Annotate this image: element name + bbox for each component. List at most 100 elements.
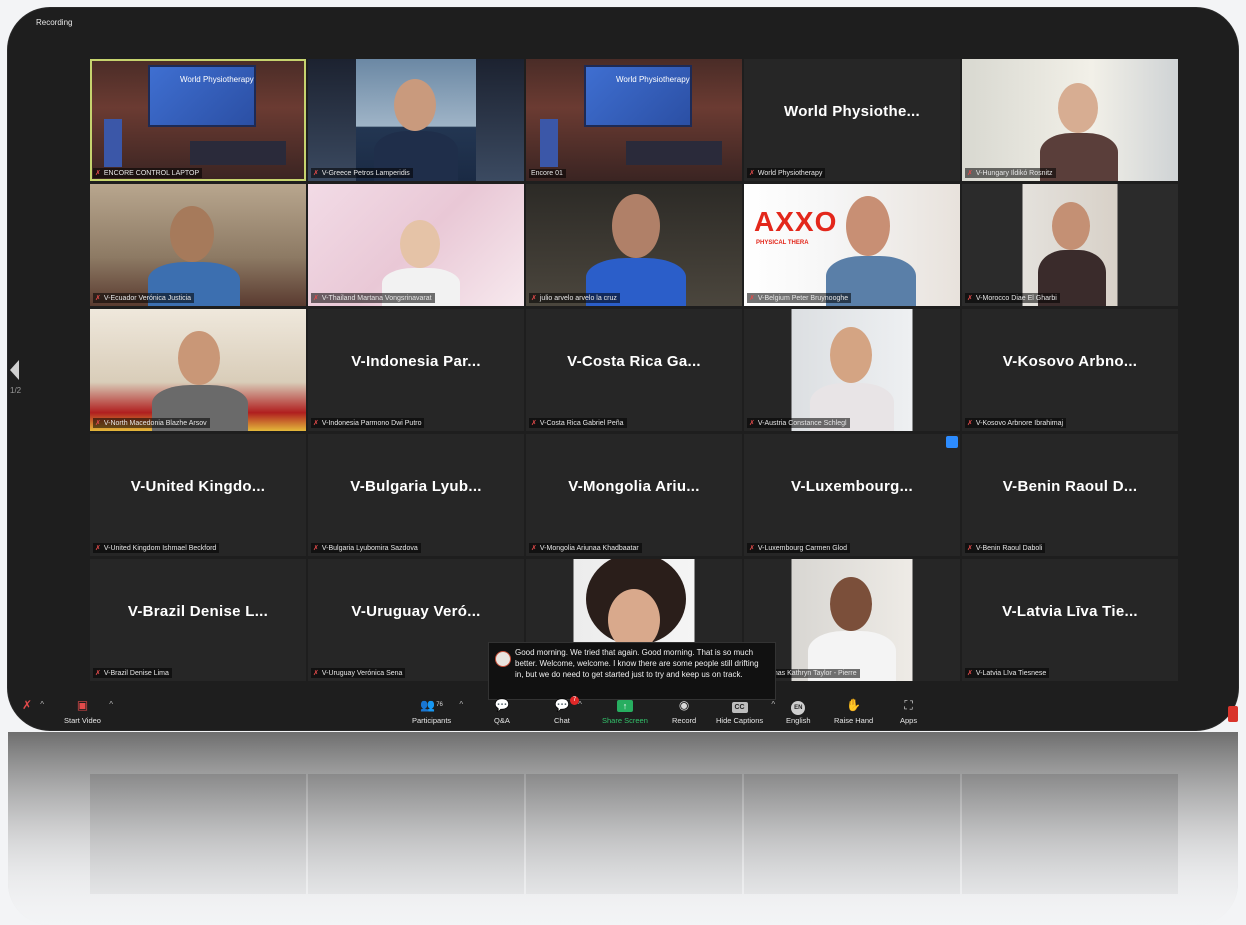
leave-button[interactable] bbox=[1228, 706, 1238, 722]
mic-muted-icon: ✗ bbox=[531, 295, 537, 302]
person-face bbox=[1058, 83, 1098, 133]
apps-icon: ⛶ bbox=[904, 698, 913, 712]
participant-name-label: ✗ V-Indonesia Parmono Dwi Putro bbox=[311, 418, 425, 428]
hide-captions-button[interactable]: CC Hide Captions ^ bbox=[716, 698, 775, 725]
video-tile-greece[interactable]: ✗ V-Greece Petros Lamperidis bbox=[308, 59, 524, 181]
mic-muted-icon: ✗ bbox=[95, 545, 101, 552]
projector-text: World Physiotherapy bbox=[180, 75, 254, 84]
mic-muted-icon: ✗ bbox=[967, 420, 973, 427]
record-label: Record bbox=[672, 716, 697, 725]
mic-muted-icon: ✗ bbox=[95, 420, 101, 427]
person-face bbox=[830, 327, 872, 383]
participant-display-name: V-Kosovo Arbno... bbox=[1002, 353, 1138, 370]
video-tile-morocco[interactable]: ✗ V-Morocco Diae El Gharbi bbox=[962, 184, 1178, 306]
mic-muted-icon: ✗ bbox=[313, 670, 319, 677]
share-screen-icon: ↑ bbox=[602, 698, 648, 712]
participant-display-name: V-Latvia Līva Tie... bbox=[1002, 603, 1138, 620]
participant-name-label: ✗ V-Greece Petros Lamperidis bbox=[311, 168, 413, 178]
participants-label: Participants bbox=[412, 716, 452, 725]
video-tile-indonesia[interactable]: V-Indonesia Par... ✗ V-Indonesia Parmono … bbox=[308, 309, 524, 431]
chevron-up-icon[interactable]: ^ bbox=[40, 700, 44, 709]
projector-screen: World Physiotherapy bbox=[584, 65, 692, 127]
start-video-button[interactable]: ▣ Start Video ^ bbox=[64, 698, 113, 725]
video-tile-luxembourg[interactable]: V-Luxembourg... ✗ V-Luxembourg Carmen Glo… bbox=[744, 434, 960, 556]
person-face bbox=[170, 206, 214, 262]
video-tile-julio[interactable]: ✗ julio arvelo arvelo la cruz bbox=[526, 184, 742, 306]
share-screen-button[interactable]: ↑ Share Screen bbox=[602, 698, 648, 725]
video-tile-hungary[interactable]: ✗ V-Hungary Ildikó Rosnitz bbox=[962, 59, 1178, 181]
video-tile-benin[interactable]: V-Benin Raoul D... ✗ V-Benin Raoul Daboli bbox=[962, 434, 1178, 556]
video-tile-encore-laptop[interactable]: World Physiotherapy ✗ ENCORE CONTROL LAPT… bbox=[90, 59, 306, 181]
participant-name-label: ✗ V-Mongolia Ariunaa Khadbaatar bbox=[529, 543, 642, 553]
axxo-logo: AXXO bbox=[754, 206, 838, 237]
person-face bbox=[612, 194, 660, 258]
participant-name-label: ✗ V-Latvia Līva Tiesnese bbox=[965, 668, 1050, 678]
chevron-up-icon[interactable]: ^ bbox=[578, 700, 582, 709]
mic-muted-icon: ✗ bbox=[749, 170, 755, 177]
video-tile-mongolia[interactable]: V-Mongolia Ariu... ✗ V-Mongolia Ariunaa K… bbox=[526, 434, 742, 556]
participants-button[interactable]: 👥76 Participants ^ bbox=[412, 698, 463, 725]
participant-name-label: ✗ V-Benin Raoul Daboli bbox=[965, 543, 1046, 553]
video-tile-encore-01[interactable]: World Physiotherapy Encore 01 bbox=[526, 59, 742, 181]
participant-name-label: ✗ V-Hungary Ildikó Rosnitz bbox=[965, 168, 1056, 178]
participant-name-label: ✗ V-United Kingdom Ishmael Beckford bbox=[93, 543, 220, 553]
video-tile-ecuador[interactable]: ✗ V-Ecuador Verónica Justicia bbox=[90, 184, 306, 306]
chevron-up-icon[interactable]: ^ bbox=[771, 700, 775, 709]
apps-button[interactable]: ⛶ Apps bbox=[900, 698, 917, 725]
reflection-fade bbox=[8, 732, 1238, 925]
video-tile-belgium[interactable]: AXXO PHYSICAL THERA ✗ V-Belgium Peter Bru… bbox=[744, 184, 960, 306]
video-tile-brazil[interactable]: V-Brazil Denise L... ✗ V-Brazil Denise Li… bbox=[90, 559, 306, 681]
participant-name-label: ✗ V-Luxembourg Carmen Glod bbox=[747, 543, 850, 553]
raise-hand-button[interactable]: ✋ Raise Hand bbox=[834, 698, 873, 725]
chat-label: Chat bbox=[554, 716, 570, 725]
mirror-reflection bbox=[8, 732, 1238, 925]
participant-name-label: ✗ V-Belgium Peter Bruynooghe bbox=[747, 293, 852, 303]
qa-button[interactable]: 💬 Q&A bbox=[494, 698, 510, 725]
hide-captions-label: Hide Captions bbox=[716, 716, 764, 725]
tile-options-icon[interactable] bbox=[946, 436, 958, 448]
chevron-up-icon[interactable]: ^ bbox=[109, 700, 113, 709]
participant-display-name: V-Costa Rica Ga... bbox=[567, 353, 701, 370]
participant-display-name: World Physiothe... bbox=[784, 103, 920, 120]
live-caption-box: Good morning. We tried that again. Good … bbox=[488, 642, 776, 700]
video-tile-costa-rica[interactable]: V-Costa Rica Ga... ✗ V-Costa Rica Gabriel… bbox=[526, 309, 742, 431]
participant-name-label: ✗ V-Thailand Martana Vongsrinavarat bbox=[311, 293, 435, 303]
mic-muted-icon: ✗ bbox=[967, 170, 973, 177]
chevron-up-icon[interactable]: ^ bbox=[459, 700, 463, 709]
person-face bbox=[846, 196, 890, 256]
axxo-logo-subtitle: PHYSICAL THERA bbox=[756, 240, 809, 246]
desk-graphic bbox=[190, 141, 286, 165]
participant-name-label: ✗ julio arvelo arvelo la cruz bbox=[529, 293, 620, 303]
qa-icon: 💬 bbox=[494, 698, 510, 712]
projector-screen: World Physiotherapy bbox=[148, 65, 256, 127]
participant-display-name: V-Bulgaria Lyub... bbox=[350, 478, 482, 495]
mic-muted-icon: ✗ bbox=[313, 170, 319, 177]
mic-muted-icon: ✗ bbox=[313, 420, 319, 427]
video-tile-latvia[interactable]: V-Latvia Līva Tie... ✗ V-Latvia Līva Ties… bbox=[962, 559, 1178, 681]
video-tile-united-kingdom[interactable]: V-United Kingdo... ✗ V-United Kingdom Ish… bbox=[90, 434, 306, 556]
video-tile-world-physiotherapy[interactable]: World Physiothe... ✗ World Physiotherapy bbox=[744, 59, 960, 181]
mute-button[interactable]: ✗ ^ bbox=[22, 698, 44, 716]
video-tile-bulgaria[interactable]: V-Bulgaria Lyub... ✗ V-Bulgaria Lyubomira… bbox=[308, 434, 524, 556]
participant-name-label: ✗ V-Morocco Diae El Gharbi bbox=[965, 293, 1060, 303]
raise-hand-label: Raise Hand bbox=[834, 716, 874, 725]
start-video-label: Start Video bbox=[64, 716, 101, 725]
gallery-grid: World Physiotherapy ✗ ENCORE CONTROL LAPT… bbox=[90, 59, 1178, 681]
mic-muted-icon: ✗ bbox=[749, 545, 755, 552]
language-button[interactable]: EN English bbox=[786, 698, 811, 725]
video-tile-kosovo[interactable]: V-Kosovo Arbno... ✗ V-Kosovo Arbnore Ibra… bbox=[962, 309, 1178, 431]
video-tile-north-macedonia[interactable]: ✗ V-North Macedonia Blazhe Arsov bbox=[90, 309, 306, 431]
prev-page-arrow-icon[interactable] bbox=[10, 360, 19, 380]
participant-name-label: ✗ V-North Macedonia Blazhe Arsov bbox=[93, 418, 210, 428]
participant-display-name: V-Brazil Denise L... bbox=[127, 603, 269, 620]
participant-display-name: V-Indonesia Par... bbox=[351, 353, 481, 370]
chat-button[interactable]: 💬 7 Chat ^ bbox=[554, 696, 582, 725]
mic-muted-icon: ✗ bbox=[95, 170, 101, 177]
mic-muted-icon: ✗ bbox=[313, 545, 319, 552]
participant-name-label: ✗ V-Ecuador Verónica Justicia bbox=[93, 293, 195, 303]
qa-label: Q&A bbox=[494, 716, 510, 725]
video-tile-thailand[interactable]: ✗ V-Thailand Martana Vongsrinavarat bbox=[308, 184, 524, 306]
video-tile-bahamas[interactable]: V-Bahamas Kathryn Taylor - Pierre bbox=[744, 559, 960, 681]
record-button[interactable]: ◉ Record bbox=[672, 698, 696, 725]
video-tile-austria[interactable]: ✗ V-Austria Constance Schlegl bbox=[744, 309, 960, 431]
